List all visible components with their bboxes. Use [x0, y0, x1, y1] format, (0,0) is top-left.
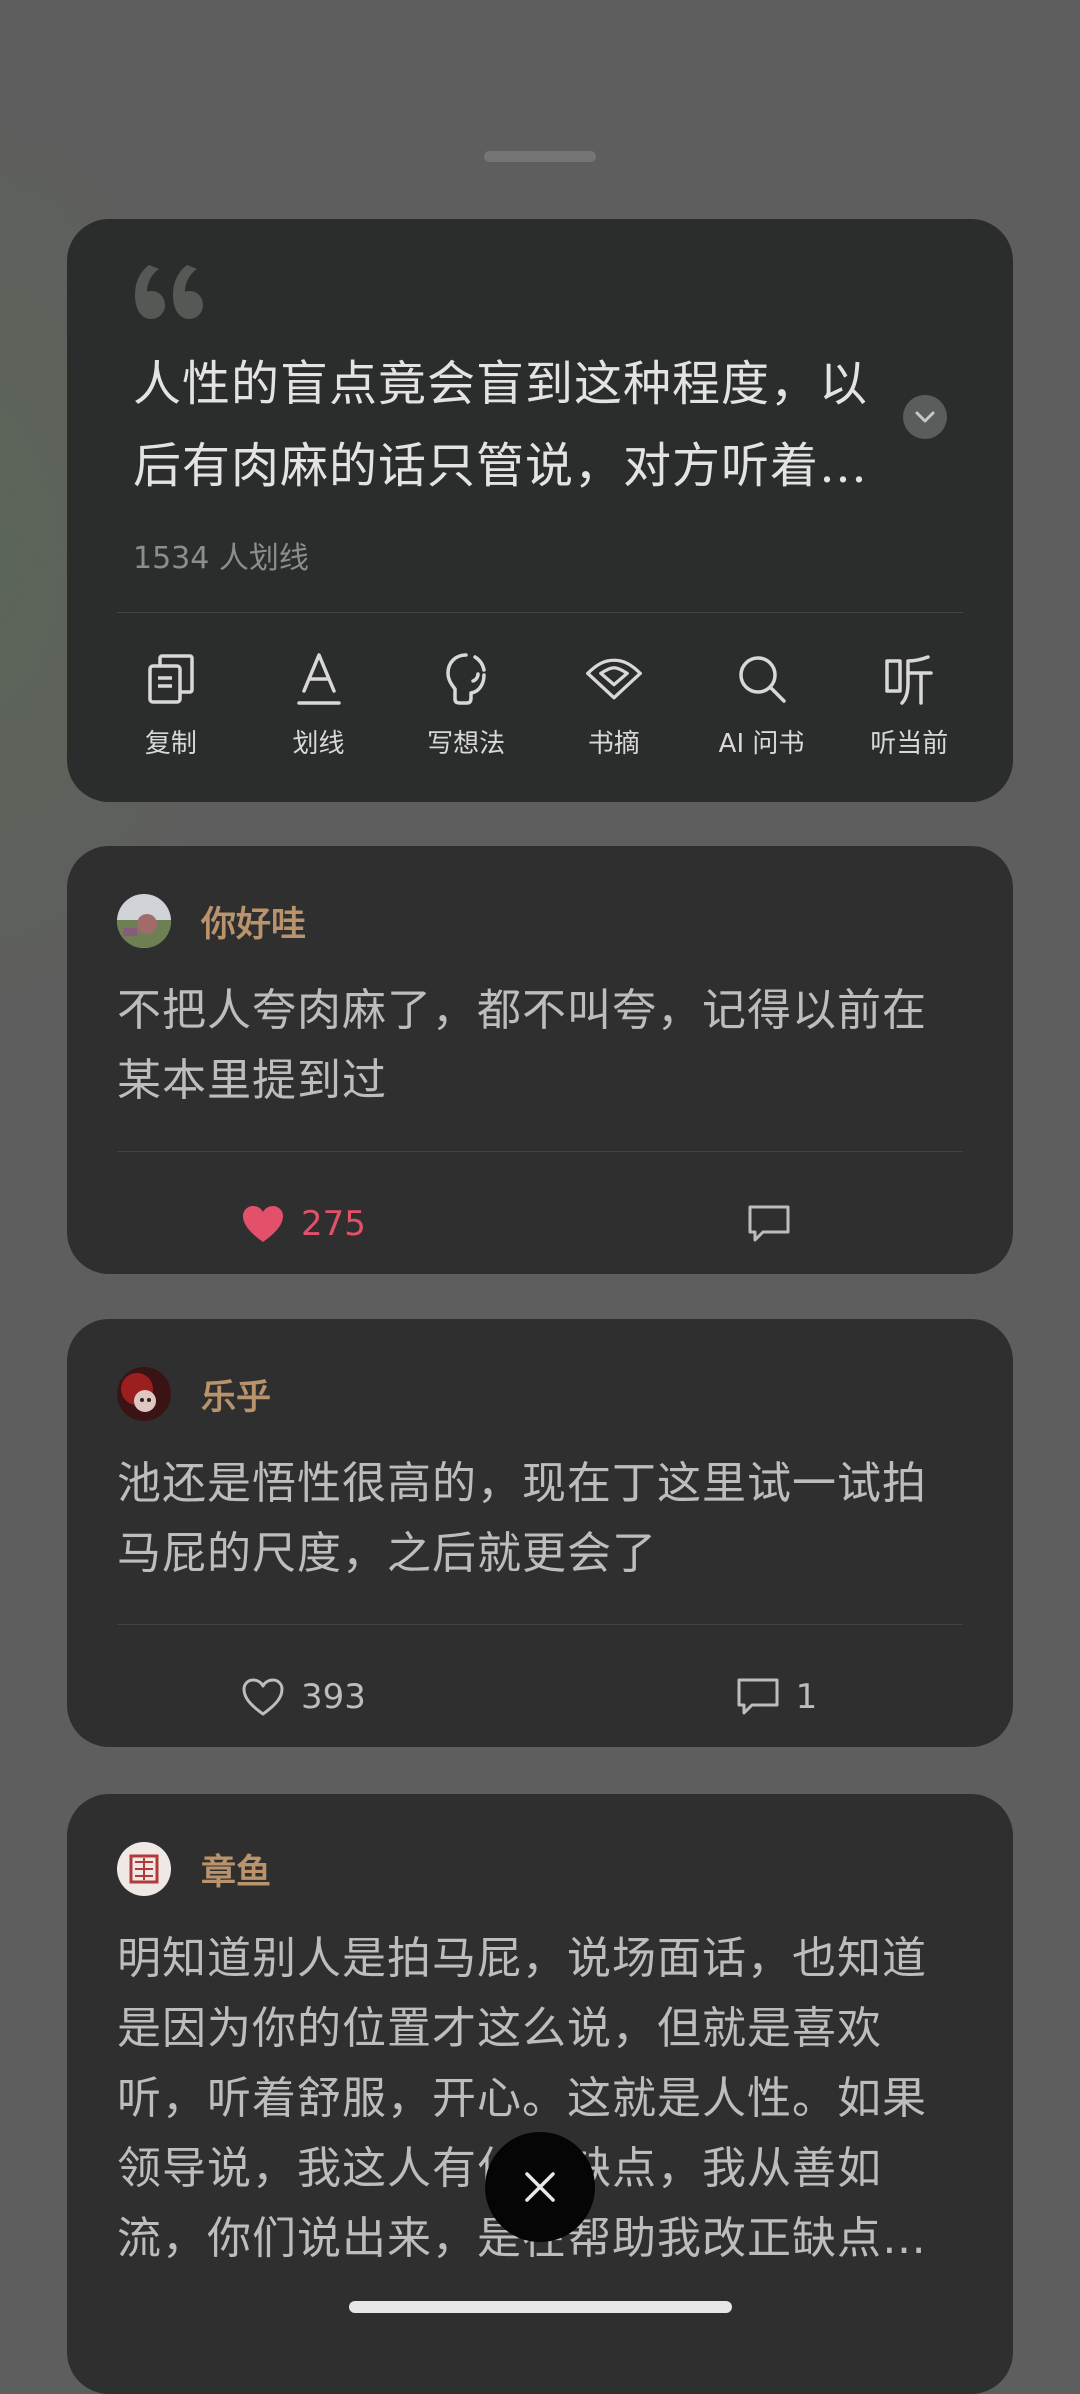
comment-header[interactable]: 乐乎: [117, 1367, 271, 1421]
excerpt-icon: [585, 658, 642, 700]
copy-icon: [148, 654, 194, 704]
like-button[interactable]: 393: [67, 1649, 540, 1745]
comment-text[interactable]: 池还是悟性很高的，现在丁这里试一试拍 马屁的尺度，之后就更会了: [117, 1449, 977, 1589]
like-button[interactable]: 275: [67, 1176, 540, 1272]
comment-icon: [748, 1205, 789, 1242]
avatar[interactable]: [117, 1367, 171, 1421]
heart-filled-icon: [243, 1206, 284, 1242]
underline-label: 划线: [292, 729, 345, 759]
listen-icon: [885, 655, 933, 705]
heart-outline-icon: [242, 1678, 284, 1716]
comment-line: 是因为你的位置才这么说，但就是喜欢: [117, 2003, 882, 2054]
chevron-down-icon: [915, 411, 935, 423]
avatar-image: [117, 1842, 171, 1896]
write-thought-label: 写想法: [427, 729, 506, 759]
divider: [117, 612, 963, 613]
comment-text[interactable]: 不把人夸肉麻了，都不叫夸，记得以前在 某本里提到过: [117, 976, 977, 1116]
close-icon: [525, 2172, 555, 2202]
quote-line: 后有肉麻的话只管说，对方听着…: [133, 438, 869, 494]
comment-card: 乐乎 池还是悟性很高的，现在丁这里试一试拍 马屁的尺度，之后就更会了 393 1: [67, 1319, 1013, 1747]
avatar[interactable]: [117, 1842, 171, 1896]
comment-line: 某本里提到过: [117, 1055, 387, 1106]
quote-line: 人性的盲点竟会盲到这种程度，以: [133, 356, 869, 412]
divider: [117, 1624, 963, 1625]
like-count: 275: [301, 1204, 366, 1244]
comment-card: 你好哇 不把人夸肉麻了，都不叫夸，记得以前在 某本里提到过 275: [67, 846, 1013, 1274]
ai-ask-book-button[interactable]: AI 问书: [688, 649, 836, 769]
comment-actions: 275: [67, 1176, 1013, 1272]
copy-button[interactable]: 复制: [97, 649, 245, 769]
comment-line: 不把人夸肉麻了，都不叫夸，记得以前在: [117, 985, 927, 1036]
excerpt-label: 书摘: [587, 729, 640, 759]
quote-text[interactable]: 人性的盲点竟会盲到这种程度，以 后有肉麻的话只管说，对方听着…: [133, 343, 913, 507]
listen-current-button[interactable]: 听当前: [835, 649, 983, 769]
copy-label: 复制: [144, 729, 197, 759]
listen-current-label: 听当前: [870, 729, 949, 759]
thought-icon: [446, 653, 486, 705]
underline-button[interactable]: 划线: [245, 649, 393, 769]
reply-count: 1: [795, 1677, 818, 1717]
comment-header[interactable]: 你好哇: [117, 894, 306, 948]
write-thought-button[interactable]: 写想法: [392, 649, 540, 769]
highlight-count: 1534 人划线: [133, 541, 309, 576]
username[interactable]: 乐乎: [201, 1369, 271, 1420]
comment-line: 听，听着舒服，开心。这就是人性。如果: [117, 2073, 927, 2124]
reply-button[interactable]: 1: [540, 1649, 1013, 1745]
quote-card: 人性的盲点竟会盲到这种程度，以 后有肉麻的话只管说，对方听着… 1534 人划线…: [67, 219, 1013, 802]
search-icon: [738, 656, 786, 703]
avatar-image: [117, 894, 171, 948]
comment-line: 明知道别人是拍马屁，说场面话，也知道: [117, 1933, 927, 1984]
comment-icon: [737, 1678, 779, 1715]
avatar-image: [117, 1367, 171, 1421]
comment-line: 马屁的尺度，之后就更会了: [117, 1528, 657, 1579]
home-indicator[interactable]: [349, 2301, 732, 2313]
comment-line: 池还是悟性很高的，现在丁这里试一试拍: [117, 1458, 927, 1509]
username[interactable]: 你好哇: [201, 896, 306, 947]
divider: [117, 1151, 963, 1152]
close-button[interactable]: [485, 2132, 595, 2242]
like-count: 393: [301, 1677, 366, 1717]
comment-actions: 393 1: [67, 1649, 1013, 1745]
expand-quote-button[interactable]: [903, 395, 947, 439]
underline-icon: [296, 653, 341, 705]
excerpt-button[interactable]: 书摘: [540, 649, 688, 769]
quote-mark-icon: [135, 265, 203, 319]
ai-ask-book-label: AI 问书: [718, 729, 805, 759]
action-toolbar: 复制 划线 写想法 书摘 AI 问书 听当前: [97, 649, 983, 769]
comment-header[interactable]: 章鱼: [117, 1842, 271, 1896]
username[interactable]: 章鱼: [201, 1844, 271, 1895]
reply-button[interactable]: [540, 1176, 1013, 1272]
avatar[interactable]: [117, 894, 171, 948]
sheet-drag-handle[interactable]: [484, 151, 596, 162]
